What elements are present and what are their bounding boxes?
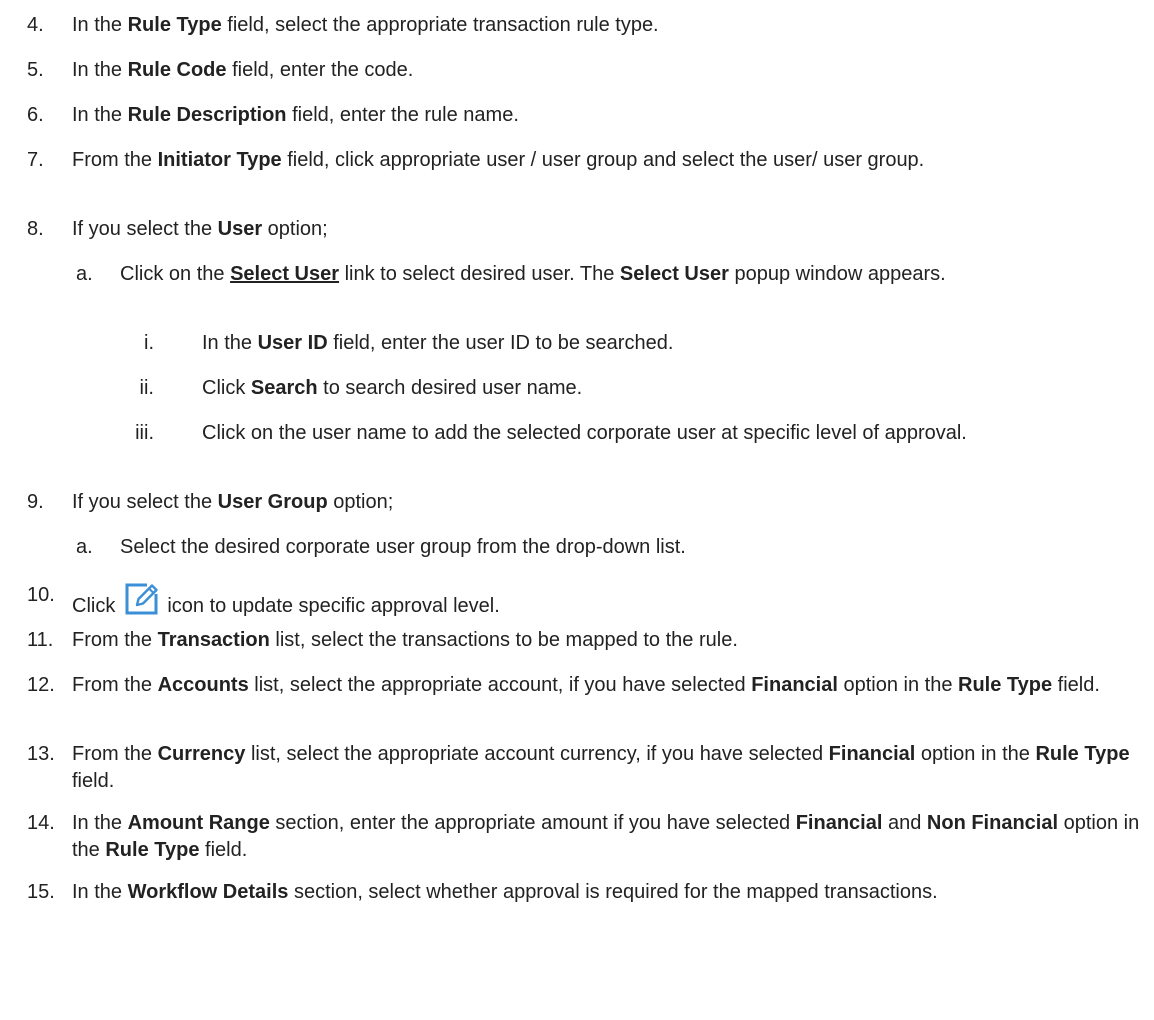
step-text: Click on the Select User link to select …: [120, 261, 1140, 288]
step-number: i.: [144, 332, 154, 354]
text-run: field, click appropriate user / user gro…: [281, 149, 925, 171]
step-number: a.: [76, 536, 93, 558]
bold-term: Workflow Details: [127, 881, 289, 903]
text-run: list, select the transactions to be mapp…: [269, 629, 738, 651]
bold-term: Amount Range: [127, 812, 270, 834]
bold-term: Accounts: [157, 674, 249, 696]
text-run: If you select the: [72, 218, 218, 240]
text-run: Click on the: [120, 263, 231, 285]
bold-term: Rule Type: [1035, 743, 1130, 765]
text-run: and: [882, 812, 927, 834]
bold-term: Select User: [619, 263, 729, 285]
edit-icon: [123, 582, 161, 616]
step-text: In the User ID field, enter the user ID …: [202, 330, 1142, 357]
step-number: 7.: [27, 149, 44, 171]
text-run: In the: [72, 104, 128, 126]
text-run: In the: [72, 59, 128, 81]
step-number: iii.: [135, 422, 154, 444]
text-run: From the: [72, 743, 158, 765]
step-text: From the Transaction list, select the tr…: [72, 627, 1142, 654]
step-text: In the Rule Code field, enter the code.: [72, 57, 1142, 84]
text-run: field, enter the code.: [226, 59, 414, 81]
text-run: Click: [72, 595, 116, 617]
text-run: option;: [262, 218, 328, 240]
text-run: field, select the appropriate transactio…: [221, 14, 659, 36]
step-number: 8.: [27, 218, 44, 240]
text-run: option in the: [837, 674, 959, 696]
step-text: From the Currency list, select the appro…: [72, 741, 1142, 795]
step-number: 10.: [27, 584, 55, 606]
bold-term: Rule Type: [958, 674, 1053, 696]
text-run: popup window appears.: [728, 263, 946, 285]
text-run: If you select the: [72, 491, 218, 513]
text-run: Click: [202, 377, 251, 399]
step-text: Click on the user name to add the select…: [202, 420, 1142, 447]
text-run: section, enter the appropriate amount if…: [269, 812, 796, 834]
bold-term: Rule Type: [105, 839, 200, 861]
text-run: Select the desired corporate user group …: [120, 536, 686, 558]
step-number: 4.: [27, 14, 44, 36]
text-run: field, enter the rule name.: [286, 104, 519, 126]
step-number: 6.: [27, 104, 44, 126]
text-run: From the: [72, 674, 158, 696]
bold-term: Search: [250, 377, 318, 399]
text-run: section, select whether approval is requ…: [288, 881, 938, 903]
step-number: 12.: [27, 674, 55, 696]
step-number: ii.: [139, 377, 154, 399]
bold-term: User ID: [257, 332, 328, 354]
step-text: From the Accounts list, select the appro…: [72, 672, 1142, 699]
step-number: 13.: [27, 743, 55, 765]
bold-term: Initiator Type: [157, 149, 282, 171]
step-text: In the Rule Type field, select the appro…: [72, 12, 1142, 39]
text-run: In the: [202, 332, 258, 354]
bold-term: Currency: [157, 743, 246, 765]
text-run: icon to update specific approval level.: [167, 595, 500, 617]
bold-term: Financial: [751, 674, 838, 696]
step-number: 11.: [27, 629, 54, 651]
text-run: In the: [72, 14, 128, 36]
text-run: From the: [72, 629, 158, 651]
text-run: option;: [327, 491, 394, 513]
step-text: Click icon to update specific approval le…: [72, 582, 1142, 620]
step-number: 15.: [27, 881, 55, 903]
bold-term: Non Financial: [926, 812, 1059, 834]
text-run: From the: [72, 149, 158, 171]
step-text: In the Workflow Details section, select …: [72, 879, 1142, 906]
text-run: option in the: [915, 743, 1036, 765]
text-run: field.: [199, 839, 248, 861]
step-text: In the Rule Description field, enter the…: [72, 102, 1142, 129]
text-run: In the: [72, 812, 128, 834]
bold-term: User Group: [217, 491, 328, 513]
step-number: 5.: [27, 59, 44, 81]
bold-term: Rule Type: [127, 14, 222, 36]
text-run: field, enter the user ID to be searched.: [327, 332, 674, 354]
bold-term: Financial: [828, 743, 916, 765]
step-text: If you select the User option;: [72, 216, 1142, 243]
text-run: field.: [72, 770, 115, 792]
bold-term: Rule Description: [127, 104, 287, 126]
step-text: From the Initiator Type field, click app…: [72, 147, 1142, 174]
text-run: Click on the user name to add the select…: [202, 422, 967, 444]
text-run: field.: [1052, 674, 1100, 696]
step-number: a.: [76, 263, 93, 285]
bold-term: User: [217, 218, 263, 240]
text-run: In the: [72, 881, 128, 903]
bold-term: Rule Code: [127, 59, 227, 81]
step-text: Select the desired corporate user group …: [120, 534, 1140, 561]
step-text: If you select the User Group option;: [72, 489, 1142, 516]
text-run: list, select the appropriate account cur…: [245, 743, 829, 765]
bold-term: Financial: [795, 812, 883, 834]
select-user-link[interactable]: Select User: [230, 263, 339, 285]
step-text: Click Search to search desired user name…: [202, 375, 1142, 402]
step-text: In the Amount Range section, enter the a…: [72, 810, 1142, 864]
step-number: 9.: [27, 491, 44, 513]
text-run: link to select desired user. The: [339, 263, 620, 285]
step-number: 14.: [27, 812, 55, 834]
text-run: to search desired user name.: [317, 377, 583, 399]
text-run: list, select the appropriate account, if…: [248, 674, 752, 696]
bold-term: Transaction: [157, 629, 270, 651]
